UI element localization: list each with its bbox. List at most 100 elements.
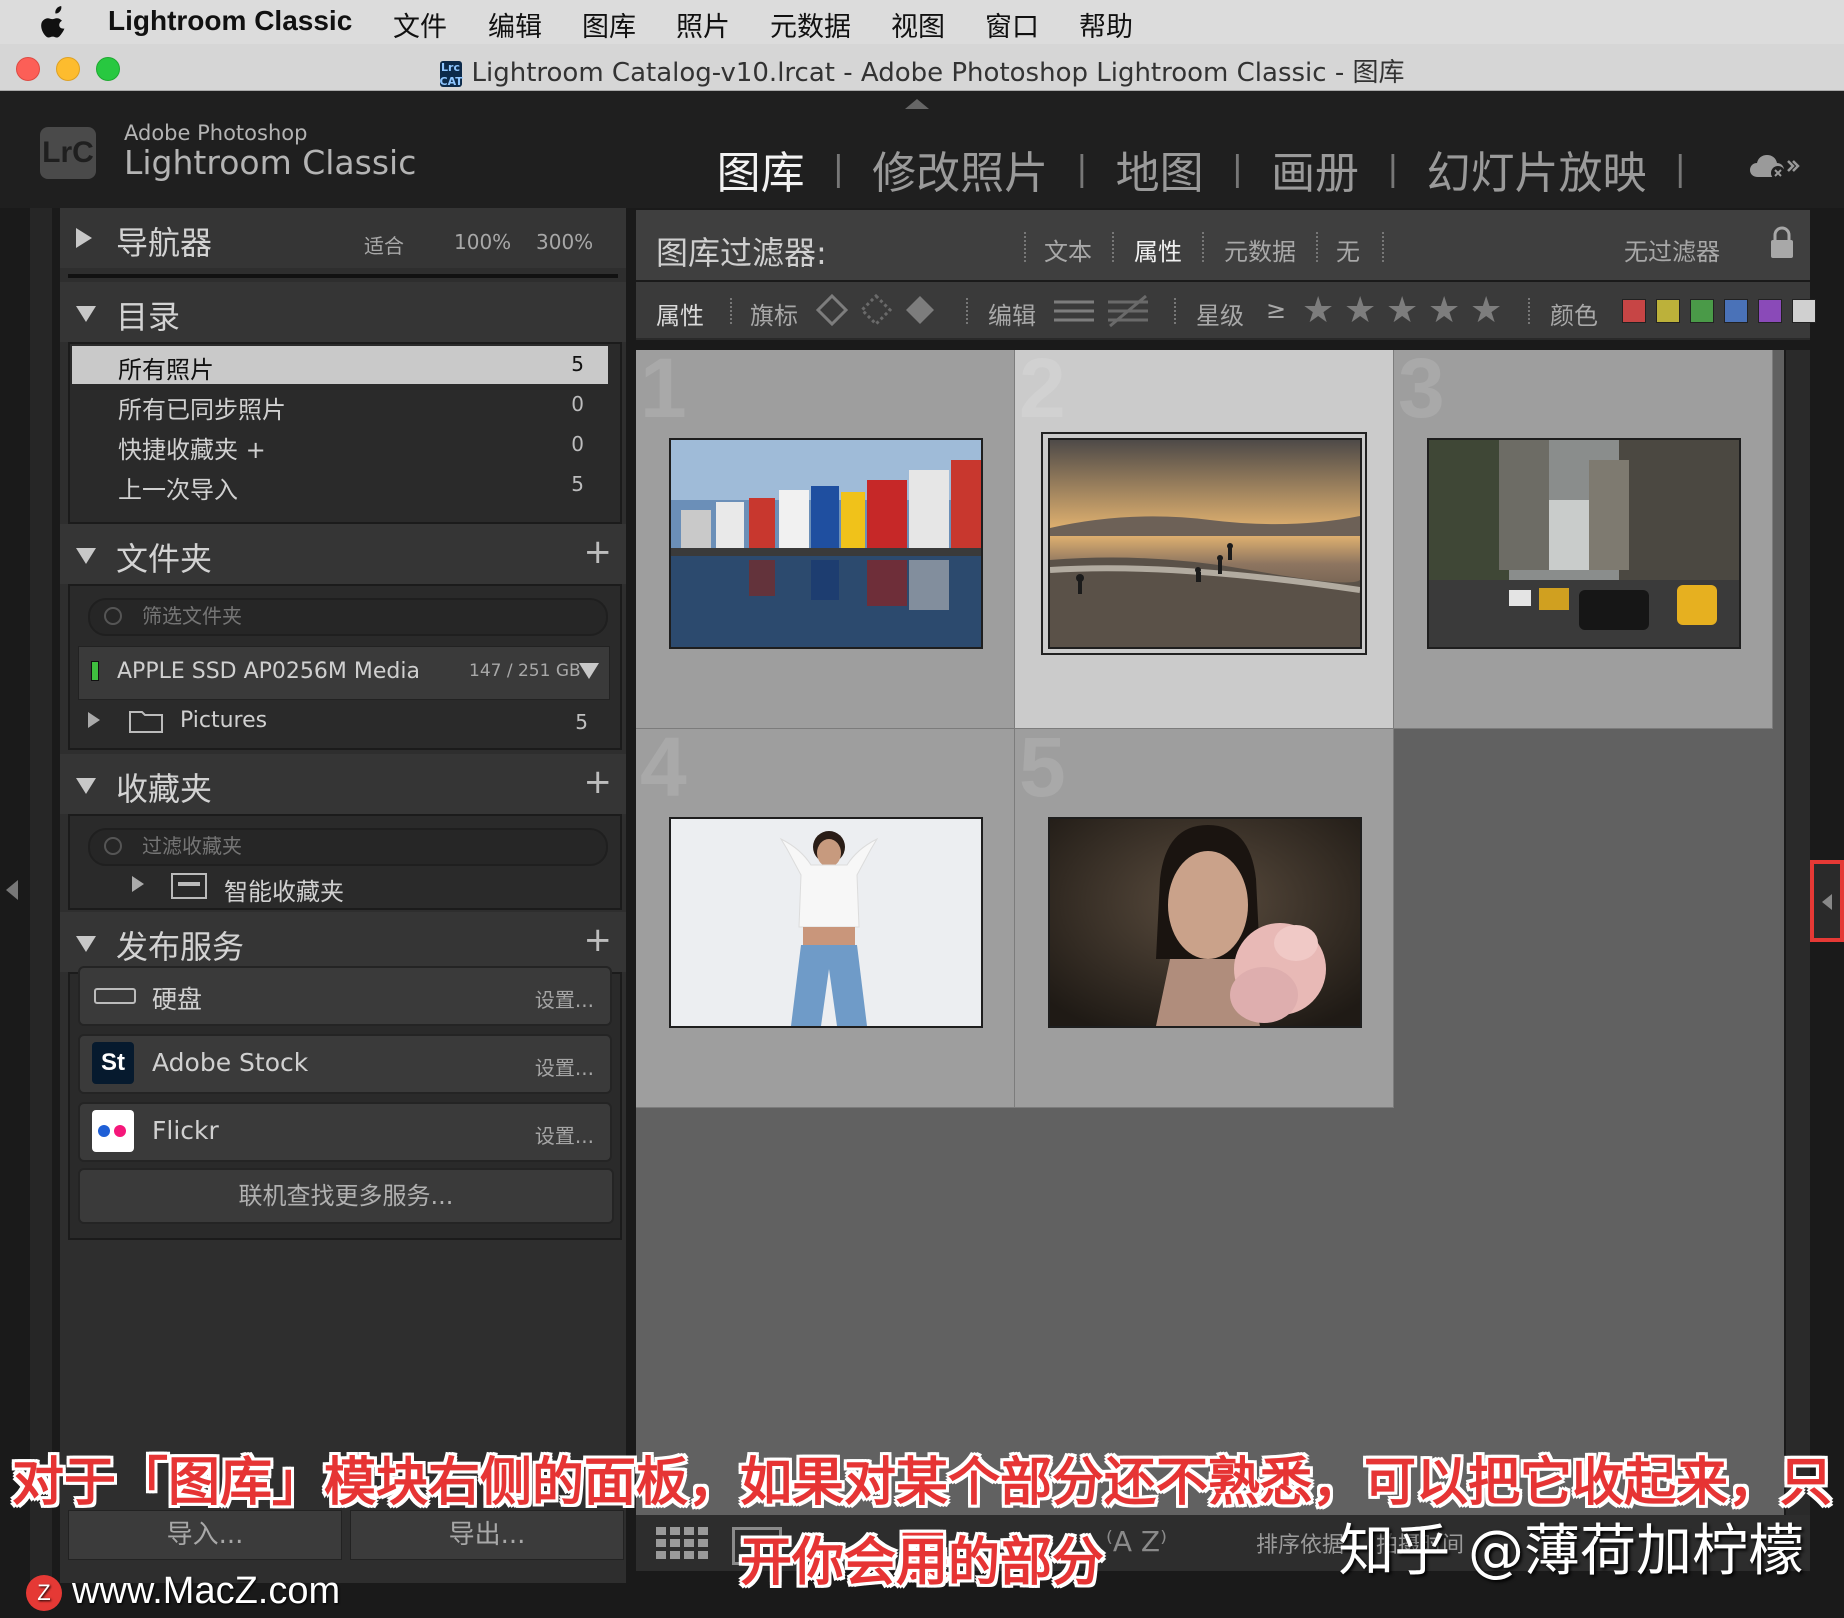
filter-tab-text[interactable]: 文本 (1044, 232, 1092, 267)
collection-filter-input[interactable] (140, 833, 584, 859)
module-develop[interactable]: 修改照片 (844, 137, 1076, 201)
collections-header[interactable]: 收藏夹 + (60, 754, 626, 814)
module-book[interactable]: 画册 (1243, 137, 1387, 201)
smart-collections-label: 智能收藏夹 (224, 878, 344, 906)
volume-row[interactable]: APPLE SSD AP0256M Media 147 / 251 GB (78, 646, 610, 700)
brand-line1: Adobe Photoshop (124, 121, 308, 145)
apple-icon[interactable] (40, 6, 70, 38)
collapse-triangle-icon[interactable] (76, 936, 96, 952)
zoom-300[interactable]: 300% (536, 230, 593, 254)
menu-library[interactable]: 图库 (582, 5, 636, 44)
flag-filter-icons[interactable] (816, 292, 946, 328)
collapse-triangle-icon[interactable] (76, 778, 96, 794)
rating-operator[interactable]: ≥ (1266, 296, 1286, 324)
folder-filter-input[interactable] (140, 603, 584, 629)
rating-label: 星级 (1196, 302, 1244, 330)
cell-index: 4 (640, 729, 687, 814)
lock-icon[interactable] (1768, 226, 1796, 260)
grid-cell-selected[interactable]: 2 (1015, 350, 1394, 729)
smart-collections-row[interactable]: 智能收藏夹 (120, 866, 600, 906)
app-menu[interactable]: Lightroom Classic (108, 5, 352, 37)
thumbnail-waterfront-houses[interactable] (669, 438, 983, 649)
add-folder-icon[interactable]: + (584, 532, 613, 572)
catalog-item-all-photos[interactable]: 所有照片 5 (72, 346, 608, 384)
library-filter-bar: 图库过滤器: 文本 属性 元数据 无 无过滤器 (636, 210, 1810, 280)
module-library[interactable]: 图库 (689, 137, 833, 201)
publish-adobe-stock[interactable]: St Adobe Stock 设置... (78, 1034, 612, 1094)
divider (68, 274, 618, 278)
menu-help[interactable]: 帮助 (1079, 5, 1133, 44)
publish-settings-link[interactable]: 设置... (535, 1052, 594, 1081)
color-swatch-blue[interactable] (1724, 299, 1748, 323)
menu-view[interactable]: 视图 (891, 5, 945, 44)
color-swatch-red[interactable] (1622, 299, 1646, 323)
folder-filter-field[interactable] (88, 598, 608, 636)
module-map[interactable]: 地图 (1088, 137, 1232, 201)
thumbnail-woman-white-shirt[interactable] (669, 817, 983, 1028)
grid-cell[interactable]: 1 (636, 350, 1015, 729)
flickr-icon (92, 1110, 134, 1152)
grid-scrollbar[interactable] (1786, 350, 1810, 1540)
star-icon[interactable]: ★ (1302, 290, 1334, 331)
collapse-triangle-icon[interactable] (76, 306, 96, 322)
star-icon[interactable]: ★ (1344, 290, 1376, 331)
navigator-header[interactable]: 导航器 适合 100% 300% (60, 208, 626, 268)
edit-filter-icons[interactable] (1052, 294, 1152, 328)
expand-triangle-icon[interactable] (132, 876, 144, 892)
catalog-header[interactable]: 目录 (60, 282, 626, 342)
left-panel-toggle-icon[interactable] (6, 880, 18, 900)
expand-triangle-icon[interactable] (88, 712, 100, 728)
cell-index: 2 (1019, 350, 1066, 435)
publish-hard-drive[interactable]: 硬盘 设置... (78, 966, 612, 1026)
catalog-item-count: 5 (571, 472, 584, 496)
right-panel-toggle-icon[interactable] (1810, 860, 1844, 942)
collapse-triangle-icon[interactable] (76, 548, 96, 564)
find-more-services-button[interactable]: 联机查找更多服务... (78, 1168, 614, 1224)
publish-settings-link[interactable]: 设置... (535, 984, 594, 1013)
zoom-fit[interactable]: 适合 (364, 230, 404, 259)
publish-header[interactable]: 发布服务 + (60, 912, 626, 972)
menu-photo[interactable]: 照片 (676, 5, 730, 44)
menu-edit[interactable]: 编辑 (488, 5, 542, 44)
thumbnail-woman-portrait[interactable] (1048, 817, 1362, 1028)
color-swatch-green[interactable] (1690, 299, 1714, 323)
publish-flickr[interactable]: Flickr 设置... (78, 1102, 612, 1162)
thumbnail-city-street[interactable] (1427, 438, 1741, 649)
color-swatch-yellow[interactable] (1656, 299, 1680, 323)
search-icon (104, 837, 122, 855)
menu-metadata[interactable]: 元数据 (770, 5, 851, 44)
grid-cell[interactable]: 3 (1394, 350, 1773, 729)
collection-filter-field[interactable] (88, 828, 608, 866)
star-icon[interactable]: ★ (1428, 290, 1460, 331)
zoom-100[interactable]: 100% (454, 230, 511, 254)
folder-row-pictures[interactable]: Pictures 5 (78, 700, 608, 744)
add-publish-service-icon[interactable]: + (584, 920, 613, 960)
module-slideshow[interactable]: 幻灯片放映 (1399, 137, 1675, 201)
volume-menu-icon[interactable] (579, 663, 599, 679)
catalog-item-synced[interactable]: 所有已同步照片 0 (72, 386, 608, 424)
color-swatch-purple[interactable] (1758, 299, 1782, 323)
filter-tab-metadata[interactable]: 元数据 (1224, 232, 1296, 267)
catalog-item-label: 所有照片 (118, 356, 214, 384)
menu-window[interactable]: 窗口 (985, 5, 1039, 44)
color-swatch-white[interactable] (1792, 299, 1816, 323)
add-collection-icon[interactable]: + (584, 762, 613, 802)
catalog-item-quick-collection[interactable]: 快捷收藏夹 + 0 (72, 426, 608, 464)
cloud-sync-icon[interactable] (1748, 149, 1800, 183)
grid-cell[interactable]: 4 (636, 729, 1015, 1108)
menu-file[interactable]: 文件 (393, 5, 447, 44)
filter-tab-none[interactable]: 无 (1336, 232, 1360, 267)
lrcat-file-icon: Lrc CAT (439, 60, 463, 88)
smart-collection-icon (171, 873, 207, 899)
filter-preset-select[interactable]: 无过滤器 (1624, 232, 1720, 267)
thumbnail-beach-sunset[interactable] (1048, 438, 1362, 649)
expand-triangle-icon[interactable] (76, 228, 92, 248)
collapse-top-panel-icon[interactable] (905, 99, 929, 109)
folders-header[interactable]: 文件夹 + (60, 524, 626, 584)
filter-tab-attribute[interactable]: 属性 (1134, 232, 1182, 267)
star-icon[interactable]: ★ (1470, 290, 1502, 331)
star-icon[interactable]: ★ (1386, 290, 1418, 331)
grid-cell[interactable]: 5 (1015, 729, 1394, 1108)
publish-settings-link[interactable]: 设置... (535, 1120, 594, 1149)
catalog-item-previous-import[interactable]: 上一次导入 5 (72, 466, 608, 504)
